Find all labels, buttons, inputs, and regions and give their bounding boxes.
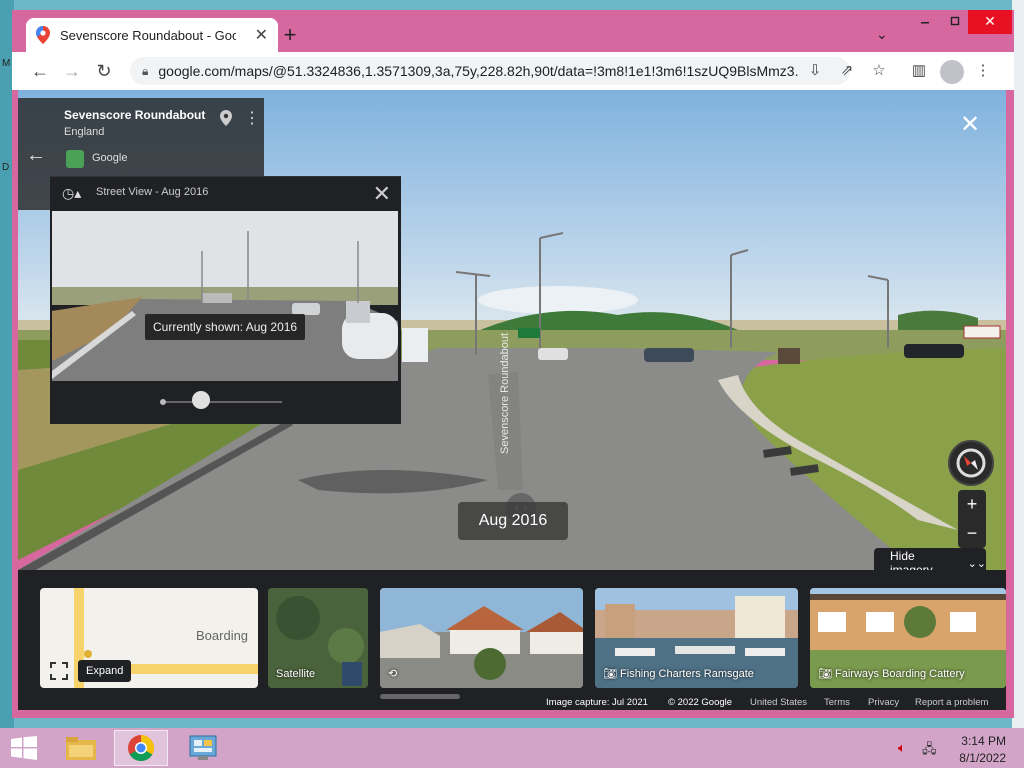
address-bar[interactable]: 🔒︎ google.com/maps/@51.3324836,1.3571309… bbox=[130, 57, 850, 85]
map-card[interactable]: Boarding Expand bbox=[40, 588, 258, 688]
date-pill: Aug 2016 bbox=[458, 502, 568, 540]
card-label-text: Fishing Charters Ramsgate bbox=[620, 668, 754, 680]
taskbar: 🔈︎ 🖧︎ 3:14 PM 8/1/2022 bbox=[0, 728, 1024, 768]
double-chevron-down-icon: ⌄⌄ bbox=[967, 557, 986, 570]
date-slider-dot[interactable] bbox=[160, 399, 166, 405]
place-name: Sevenscore Roundabout bbox=[64, 108, 206, 122]
desktop-icon-label: D bbox=[2, 162, 10, 173]
install-icon[interactable]: ⇩ bbox=[804, 61, 826, 83]
windows-start-icon[interactable] bbox=[10, 736, 38, 760]
currently-shown-label: Currently shown: Aug 2016 bbox=[145, 314, 306, 340]
image-provider: Google bbox=[92, 152, 128, 164]
google-maps-logo-icon bbox=[66, 150, 84, 168]
location-pin-icon[interactable] bbox=[220, 110, 232, 130]
street-view[interactable]: Sevenscore Roundabout ← Sevenscore Round… bbox=[18, 90, 1006, 710]
imagery-filmstrip: Boarding Expand Satellite ⟲ 📷︎ Fishing C… bbox=[18, 570, 1006, 710]
close-time-machine-icon[interactable]: ✕ bbox=[373, 181, 391, 207]
card-label: 📷︎ Fairways Boarding Cattery bbox=[818, 668, 965, 680]
zoom-out-button[interactable]: − bbox=[958, 519, 986, 548]
menu-kebab-icon[interactable]: ⋮ bbox=[972, 61, 994, 83]
browser-tab[interactable]: Sevenscore Roundabout - Googl ✕ bbox=[26, 18, 278, 52]
expand-icon[interactable] bbox=[50, 662, 68, 680]
file-explorer-icon[interactable] bbox=[54, 730, 108, 766]
share-icon[interactable]: ⇗ bbox=[836, 61, 858, 83]
desktop-icon-label: M bbox=[2, 58, 11, 69]
expand-tooltip: Expand bbox=[78, 660, 132, 682]
time-machine-title: Street View - Aug 2016 bbox=[96, 186, 209, 198]
network-icon[interactable]: 🖧︎ bbox=[922, 740, 937, 762]
back-arrow-icon[interactable]: ← bbox=[28, 60, 52, 84]
tab-title: Sevenscore Roundabout - Googl bbox=[60, 27, 236, 43]
map-label: Boarding bbox=[196, 628, 249, 643]
terms-link[interactable]: Terms bbox=[824, 697, 850, 708]
browser-toolbar: ← → ↻ 🔒︎ google.com/maps/@51.3324836,1.3… bbox=[12, 52, 1014, 90]
report-problem-link[interactable]: Report a problem bbox=[915, 697, 988, 708]
privacy-link[interactable]: Privacy bbox=[868, 697, 899, 708]
new-tab-button[interactable]: + bbox=[278, 24, 302, 48]
date-slider-track[interactable] bbox=[162, 401, 282, 403]
lock-icon: 🔒︎ bbox=[142, 63, 149, 78]
card-label: Satellite bbox=[276, 668, 316, 680]
time-machine-panel: ◷▴ Street View - Aug 2016 ✕ Currently sh… bbox=[50, 176, 401, 424]
close-street-view-icon[interactable]: ✕ bbox=[960, 110, 980, 139]
tab-search-chevron-icon[interactable]: ⌄ bbox=[876, 26, 888, 43]
reload-icon[interactable]: ↻ bbox=[92, 60, 116, 84]
taskbar-time[interactable]: 3:14 PM bbox=[950, 734, 1006, 748]
more-options-icon[interactable]: ⋮ bbox=[244, 108, 260, 128]
photo-card-cattery[interactable]: 📷︎ Fairways Boarding Cattery bbox=[810, 588, 1006, 688]
profile-avatar[interactable] bbox=[940, 60, 964, 84]
copyright: © 2022 Google bbox=[668, 697, 733, 708]
date-slider-knob[interactable] bbox=[192, 391, 210, 409]
card-label-text: Fairways Boarding Cattery bbox=[835, 668, 965, 680]
bookmark-star-icon[interactable]: ☆ bbox=[868, 61, 890, 83]
photo-card-houses[interactable]: ⟲ bbox=[380, 588, 583, 688]
place-region: England bbox=[64, 126, 105, 138]
browser-window: Sevenscore Roundabout - Googl ✕ + ⌄ ✕ ← … bbox=[12, 10, 1014, 718]
chrome-taskbar-icon[interactable] bbox=[114, 730, 168, 766]
forward-arrow-icon[interactable]: → bbox=[60, 60, 84, 84]
maximize-icon[interactable] bbox=[940, 10, 970, 34]
google-maps-icon bbox=[36, 26, 50, 44]
time-machine-header: ◷▴ Street View - Aug 2016 ✕ bbox=[50, 177, 401, 211]
panorama-360-icon: ⟲ bbox=[388, 668, 398, 680]
card-label: 📷︎ Fishing Charters Ramsgate bbox=[603, 668, 754, 680]
time-machine-preview[interactable] bbox=[52, 211, 398, 381]
image-capture-date: Image capture: Jul 2021 bbox=[546, 697, 648, 708]
map-footer: Image capture: Jul 2021 © 2022 Google Un… bbox=[18, 694, 1006, 710]
photo-card-fishing-charters[interactable]: 📷︎ Fishing Charters Ramsgate bbox=[595, 588, 798, 688]
country-link[interactable]: United States bbox=[750, 697, 807, 708]
taskbar-date[interactable]: 8/1/2022 bbox=[950, 751, 1006, 765]
tab-close-icon[interactable]: ✕ bbox=[255, 25, 268, 45]
close-window-icon[interactable]: ✕ bbox=[968, 10, 1012, 34]
road-marking-text: Sevenscore Roundabout bbox=[499, 333, 511, 454]
tab-strip: Sevenscore Roundabout - Googl ✕ + ⌄ ✕ bbox=[12, 10, 1014, 52]
control-panel-icon[interactable] bbox=[176, 730, 230, 766]
url-text[interactable]: google.com/maps/@51.3324836,1.3571309,3a… bbox=[158, 63, 798, 79]
zoom-in-button[interactable]: + bbox=[958, 490, 986, 519]
speaker-muted-icon[interactable]: 🔈︎ bbox=[898, 740, 906, 756]
back-arrow-icon[interactable]: ← bbox=[26, 144, 46, 167]
zoom-controls: + − bbox=[958, 490, 986, 548]
side-panel-icon[interactable]: ▥ bbox=[908, 61, 930, 83]
compass-icon[interactable] bbox=[948, 440, 994, 486]
satellite-card[interactable]: Satellite bbox=[268, 588, 368, 688]
history-clock-icon[interactable]: ◷▴ bbox=[62, 185, 81, 202]
minimize-icon[interactable] bbox=[910, 10, 940, 34]
